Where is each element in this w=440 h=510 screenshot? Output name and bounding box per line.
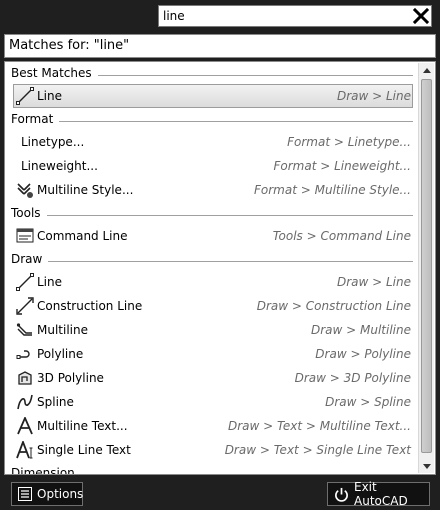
result-path: Draw > 3D Polyline: [294, 371, 411, 385]
result-path: Tools > Command Line: [272, 229, 411, 243]
result-name: Multiline: [37, 323, 88, 337]
line-icon: [15, 86, 35, 106]
scroll-thumb[interactable]: [421, 79, 432, 453]
section-format: Format: [5, 108, 417, 130]
search-box[interactable]: [158, 5, 432, 27]
section-title: Tools: [11, 206, 41, 220]
result-row-lineweight[interactable]: Lineweight... Format > Lineweight...: [5, 154, 417, 178]
multiline-icon: [15, 320, 35, 340]
result-name: Line: [37, 275, 63, 289]
result-row-line-best[interactable]: Line Draw > Line: [13, 84, 413, 108]
construction-line-icon: [15, 296, 35, 316]
result-row-line[interactable]: Line Draw > Line: [5, 270, 417, 294]
result-row-multiline-text[interactable]: Multiline Text... Draw > Text > Multilin…: [5, 414, 417, 438]
close-icon: [413, 8, 429, 24]
spline-icon: [15, 392, 35, 412]
result-name: Lineweight...: [21, 159, 98, 173]
search-input[interactable]: [163, 7, 403, 25]
line-icon: [15, 272, 35, 292]
section-draw: Draw: [5, 248, 417, 270]
result-name: Command Line: [37, 229, 128, 243]
result-path: Draw > Construction Line: [256, 299, 411, 313]
results-panel: Best Matches Line Draw > Line Format Lin…: [4, 61, 436, 475]
result-row-construction-line[interactable]: Construction Line Draw > Construction Li…: [5, 294, 417, 318]
section-title: Best Matches: [11, 66, 92, 80]
result-path: Draw > Text > Single Line Text: [224, 443, 411, 457]
footer-bar: Options Exit AutoCAD: [0, 478, 440, 510]
matches-header: Matches for: "line": [4, 34, 436, 58]
section-title: Dimension: [11, 466, 75, 475]
result-row-multiline-style[interactable]: Multiline Style... Format > Multiline St…: [5, 178, 417, 202]
clear-search-button[interactable]: [412, 7, 430, 25]
power-icon: [334, 486, 349, 502]
scroll-up-button[interactable]: [419, 63, 434, 77]
result-row-command-line[interactable]: Command Line Tools > Command Line: [5, 224, 417, 248]
result-path: Format > Multiline Style...: [254, 183, 411, 197]
result-path: Draw > Multiline: [310, 323, 411, 337]
section-tools: Tools: [5, 202, 417, 224]
result-name: Multiline Style...: [37, 183, 134, 197]
result-name: Line: [37, 89, 63, 103]
results-list: Best Matches Line Draw > Line Format Lin…: [5, 62, 417, 475]
result-name: Polyline: [37, 347, 84, 361]
scroll-down-button[interactable]: [419, 459, 434, 473]
result-path: Draw > Line: [336, 275, 411, 289]
chevron-up-icon: [422, 67, 431, 73]
result-row-spline[interactable]: Spline Draw > Spline: [5, 390, 417, 414]
result-path: Format > Lineweight...: [273, 159, 411, 173]
result-row-linetype[interactable]: Linetype... Format > Linetype...: [5, 130, 417, 154]
result-row-3d-polyline[interactable]: 3D Polyline Draw > 3D Polyline: [5, 366, 417, 390]
multiline-text-icon: [15, 416, 35, 436]
result-path: Draw > Spline: [325, 395, 411, 409]
3d-polyline-icon: [15, 368, 35, 388]
result-name: Linetype...: [21, 135, 85, 149]
result-row-polyline[interactable]: Polyline Draw > Polyline: [5, 342, 417, 366]
result-row-multiline[interactable]: Multiline Draw > Multiline: [5, 318, 417, 342]
section-best-matches: Best Matches: [5, 62, 417, 84]
multiline-style-icon: [15, 180, 35, 200]
exit-label: Exit AutoCAD: [354, 480, 408, 508]
results-scrollbar[interactable]: [418, 63, 434, 473]
result-path: Draw > Line: [336, 89, 411, 103]
section-title: Format: [11, 112, 54, 126]
single-line-text-icon: [15, 440, 35, 460]
result-row-single-line-text[interactable]: Single Line Text Draw > Text > Single Li…: [5, 438, 417, 462]
section-title: Draw: [11, 252, 43, 266]
result-name: 3D Polyline: [37, 371, 104, 385]
result-path: Format > Linetype...: [287, 135, 411, 149]
options-button[interactable]: Options: [11, 482, 83, 506]
polyline-icon: [15, 344, 35, 364]
result-name: Single Line Text: [37, 443, 131, 457]
result-name: Spline: [37, 395, 74, 409]
result-name: Construction Line: [37, 299, 143, 313]
result-path: Draw > Polyline: [315, 347, 411, 361]
command-line-icon: [15, 226, 35, 246]
options-icon: [18, 486, 32, 502]
options-label: Options: [37, 487, 84, 501]
result-name: Multiline Text...: [37, 419, 128, 433]
exit-autocad-button[interactable]: Exit AutoCAD: [327, 480, 430, 508]
section-dimension: Dimension: [5, 462, 417, 475]
chevron-down-icon: [422, 463, 431, 469]
result-path: Draw > Text > Multiline Text...: [227, 419, 411, 433]
